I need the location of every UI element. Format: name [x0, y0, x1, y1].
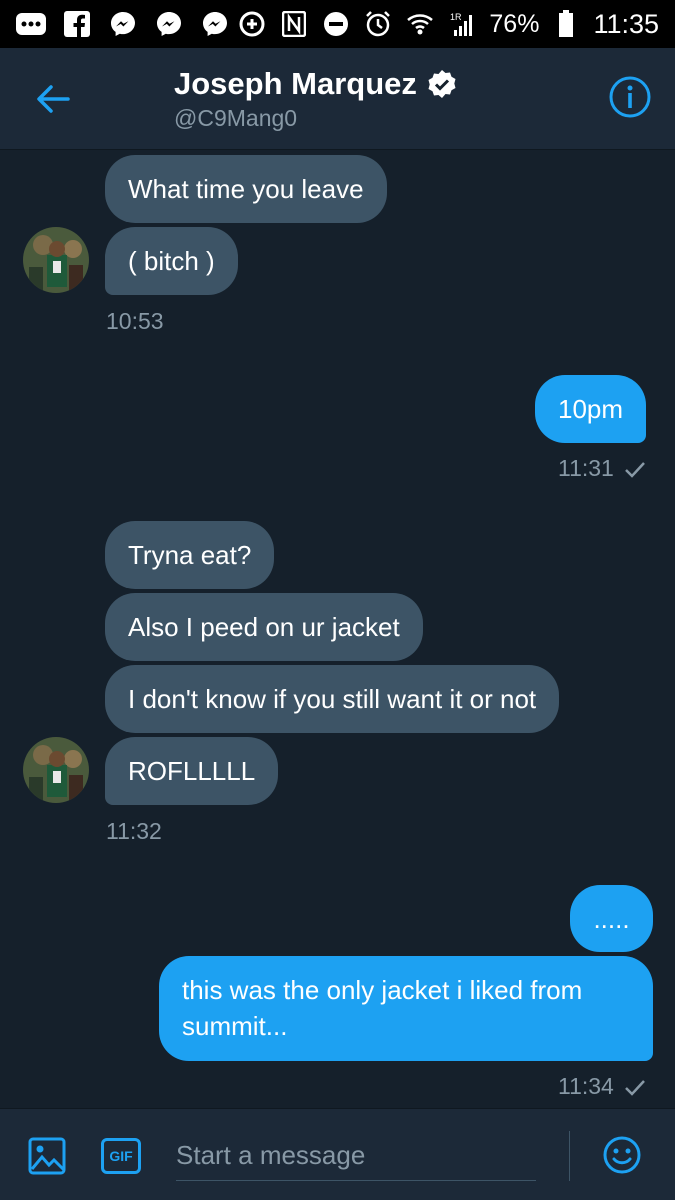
outgoing-message[interactable]: this was the only jacket i liked from su…	[159, 956, 653, 1061]
message-input[interactable]	[176, 1131, 536, 1181]
conversation-info-button[interactable]	[609, 76, 651, 118]
avatar-image	[23, 227, 89, 293]
incoming-message[interactable]: ROFLLLLL	[105, 737, 279, 805]
message-timestamp: 10:53	[106, 308, 164, 334]
conversation-header: Joseph Marquez @C9Mang0	[0, 48, 675, 150]
message-text: Also I peed on ur jacket	[128, 612, 400, 642]
outgoing-message[interactable]: 10pm	[535, 375, 647, 443]
image-icon	[28, 1137, 66, 1175]
battery-percent: 76%	[489, 9, 540, 38]
wifi-icon	[405, 9, 435, 39]
message-text: this was the only jacket i liked from su…	[182, 975, 583, 1041]
contact-handle: @C9Mang0	[174, 105, 298, 131]
messenger-icon	[154, 9, 184, 39]
signal-icon: 1R	[447, 9, 477, 39]
smiley-icon	[603, 1136, 641, 1174]
contact-name-row[interactable]: Joseph Marquez	[174, 66, 457, 102]
message-text: What time you leave	[128, 174, 364, 204]
message-text: .....	[593, 904, 630, 934]
incoming-message[interactable]: What time you leave	[105, 155, 387, 223]
facebook-icon	[62, 9, 92, 39]
message-text: 10pm	[558, 394, 624, 424]
info-icon	[609, 76, 651, 118]
message-timestamp: 11:32	[106, 818, 162, 844]
nfc-icon	[279, 9, 309, 39]
avatar-image	[23, 737, 89, 803]
message-text: ROFLLLLL	[128, 756, 256, 786]
sent-check-icon	[624, 1080, 645, 1096]
messenger-icon	[200, 9, 230, 39]
incoming-message[interactable]: ( bitch )	[105, 227, 238, 295]
sent-check-icon	[624, 462, 645, 478]
arrow-left-icon	[37, 85, 70, 113]
verified-badge-icon	[428, 70, 456, 98]
outgoing-message[interactable]: .....	[570, 885, 653, 952]
sender-avatar[interactable]	[23, 227, 89, 293]
incoming-message[interactable]: I don't know if you still want it or not	[105, 665, 560, 733]
message-thread[interactable]: What time you leave ( bitch ) 10:53 10pm…	[0, 150, 675, 1108]
status-right: 1R 76% 11:35	[237, 9, 659, 40]
back-button[interactable]	[34, 80, 72, 118]
message-timestamp: 11:34	[558, 1073, 614, 1099]
incoming-message[interactable]: Tryna eat?	[105, 521, 275, 589]
battery-icon	[551, 9, 581, 39]
gif-icon: GIF	[109, 1148, 133, 1164]
message-text: ( bitch )	[128, 246, 215, 276]
message-timestamp-row: 11:31	[558, 455, 646, 482]
emoji-button[interactable]	[602, 1135, 642, 1175]
status-time: 11:35	[593, 8, 659, 39]
add-gif-button[interactable]: GIF	[101, 1138, 141, 1174]
alarm-icon	[363, 9, 393, 39]
incoming-message[interactable]: Also I peed on ur jacket	[105, 593, 423, 661]
message-composer: GIF	[0, 1108, 675, 1200]
svg-text:1R: 1R	[450, 12, 462, 22]
message-timestamp-row: 11:34	[558, 1073, 646, 1100]
data-saver-icon	[237, 9, 267, 39]
add-photo-button[interactable]	[28, 1137, 66, 1175]
status-left	[16, 9, 230, 39]
messenger-icon	[108, 9, 138, 39]
contact-name: Joseph Marquez	[174, 66, 417, 101]
sender-avatar[interactable]	[23, 737, 89, 803]
more-dots-icon	[16, 9, 46, 39]
message-text: I don't know if you still want it or not	[128, 684, 537, 714]
do-not-disturb-icon	[321, 9, 351, 39]
composer-divider	[569, 1131, 570, 1181]
message-text: Tryna eat?	[128, 540, 252, 570]
status-bar: 1R 76% 11:35	[0, 0, 675, 48]
message-timestamp: 11:31	[558, 455, 614, 481]
